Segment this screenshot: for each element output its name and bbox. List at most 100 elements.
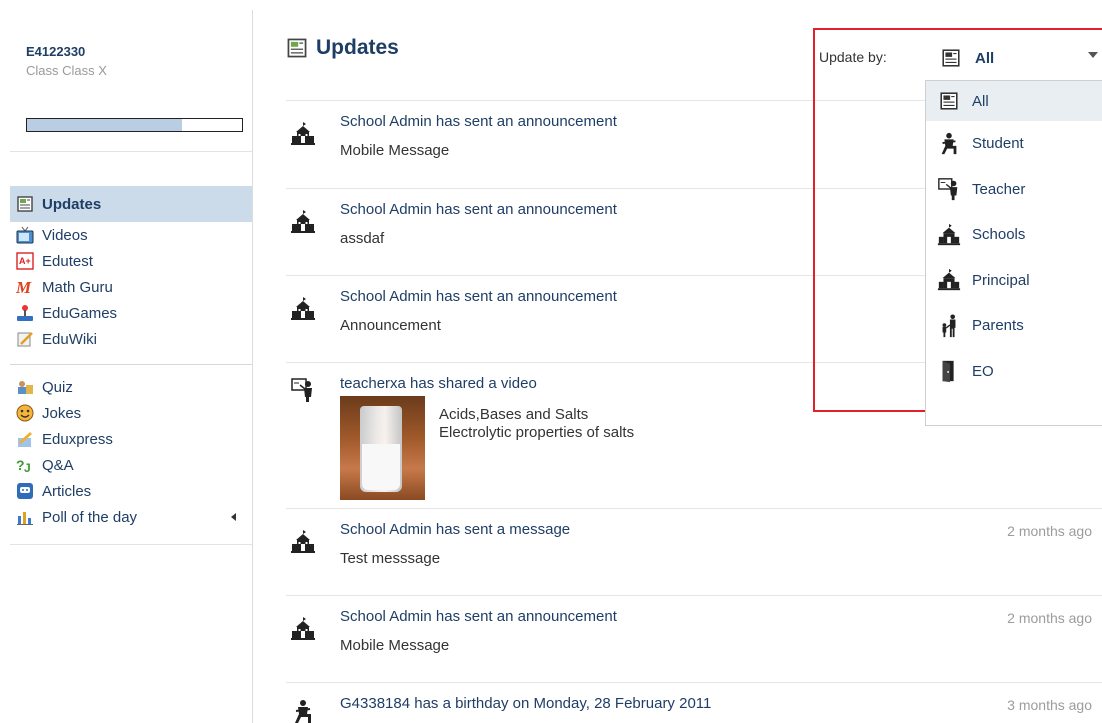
sidebar-item-eduwiki[interactable]: EduWiki xyxy=(10,326,252,352)
option-label: Student xyxy=(972,135,1024,153)
updates-icon xyxy=(286,37,308,59)
sidebar-item-label: Updates xyxy=(42,195,102,213)
update-by-option-eo[interactable]: EO xyxy=(926,349,1102,395)
articles-icon xyxy=(16,482,34,500)
update-by-option-student[interactable]: Student xyxy=(926,121,1102,167)
update-by-select[interactable]: All xyxy=(935,44,1102,72)
student-icon xyxy=(936,131,962,157)
feed-item-heading[interactable]: School Admin has sent an announcement xyxy=(340,608,1102,625)
update-by-option-teacher[interactable]: Teacher xyxy=(926,167,1102,213)
sidebar-item-articles[interactable]: Articles xyxy=(10,478,252,504)
feed-item-heading[interactable]: G4338184 has a birthday on Monday, 28 Fe… xyxy=(340,695,1102,712)
svg-text:A+: A+ xyxy=(19,256,31,266)
feed-item-body: Test messsage xyxy=(340,550,441,567)
feed-item: School Admin has sent an announcement Mo… xyxy=(286,595,1102,682)
sidebar-item-label: Edutest xyxy=(42,252,93,270)
sidebar-item-qa[interactable]: ? J Q&A xyxy=(10,452,252,478)
quiz-icon xyxy=(16,378,34,396)
option-label: Teacher xyxy=(972,180,1026,198)
sidebar-item-label: EduWiki xyxy=(42,330,98,348)
tv-icon xyxy=(16,226,34,244)
option-label: All xyxy=(972,92,989,110)
sidebar-item-label: Quiz xyxy=(42,378,73,396)
math-guru-icon: M xyxy=(16,278,34,296)
feed-item-heading[interactable]: School Admin has sent a message xyxy=(340,521,1102,538)
progress-fill xyxy=(27,119,182,131)
svg-text:M: M xyxy=(16,278,32,296)
sidebar-item-label: Videos xyxy=(42,226,88,244)
video-info: Acids,Bases and Salts Electrolytic prope… xyxy=(439,406,634,500)
update-by-label: Update by: xyxy=(819,49,887,65)
feed-item-timestamp: 3 months ago xyxy=(1007,697,1092,713)
sidebar-item-label: Q&A xyxy=(42,456,74,474)
option-label: EO xyxy=(972,362,994,380)
sidebar-item-jokes[interactable]: Jokes xyxy=(10,400,252,426)
feed-item: School Admin has sent a message Test mes… xyxy=(286,508,1102,595)
feed-item: G4338184 has a birthday on Monday, 28 Fe… xyxy=(286,682,1102,723)
sidebar-item-label: EduGames xyxy=(42,304,118,322)
user-id: E4122330 xyxy=(26,44,86,59)
update-by-selected-value: All xyxy=(975,49,995,67)
page-title: Updates xyxy=(286,36,399,60)
update-by-option-parents[interactable]: Parents xyxy=(926,303,1102,349)
update-by-filter: Update by: All All Student Teacher Schoo… xyxy=(813,28,1102,426)
sidebar-item-edugames[interactable]: EduGames xyxy=(10,300,252,326)
sidebar-item-label: Eduxpress xyxy=(42,430,113,448)
update-by-option-schools[interactable]: Schools xyxy=(926,212,1102,258)
eduxpress-icon xyxy=(16,430,34,448)
door-icon xyxy=(936,358,962,384)
school-icon xyxy=(290,209,316,235)
sidebar-item-videos[interactable]: Videos xyxy=(10,222,252,248)
video-title[interactable]: Acids,Bases and Salts xyxy=(439,406,634,424)
option-label: Principal xyxy=(972,271,1030,289)
updates-icon xyxy=(941,48,961,68)
nav-group-main: Updates Videos A+ Edutest M Math Guru Ed… xyxy=(10,186,252,365)
student-icon xyxy=(290,699,316,723)
sidebar-item-quiz[interactable]: Quiz xyxy=(10,374,252,400)
updates-icon xyxy=(936,88,962,114)
feed-item-timestamp: 2 months ago xyxy=(1007,610,1092,626)
sidebar-item-label: Jokes xyxy=(42,404,82,422)
school-icon xyxy=(290,121,316,147)
parents-icon xyxy=(936,313,962,339)
school-icon xyxy=(936,222,962,248)
chevron-down-icon[interactable] xyxy=(1088,52,1098,58)
sidebar-item-label: Articles xyxy=(42,482,92,500)
page-title-text: Updates xyxy=(316,36,399,59)
feed-item-body: Mobile Message xyxy=(340,637,450,654)
joystick-icon xyxy=(16,304,34,322)
school-icon xyxy=(290,616,316,642)
option-label: Schools xyxy=(972,226,1026,244)
sidebar-item-poll-of-the-day[interactable]: Poll of the day xyxy=(10,504,252,530)
updates-icon xyxy=(16,195,34,213)
video-subtitle: Electrolytic properties of salts xyxy=(439,424,635,441)
sidebar-item-label: Poll of the day xyxy=(42,508,138,526)
profile-panel: E4122330 Class Class X xyxy=(10,10,252,152)
teacher-icon xyxy=(290,377,316,403)
class-label: Class Class X xyxy=(26,63,107,78)
bar-chart-icon xyxy=(16,508,34,526)
profile-progress-bar xyxy=(26,118,243,132)
sidebar-item-label: Math Guru xyxy=(42,278,113,296)
pencil-note-icon xyxy=(16,330,34,348)
qa-icon: ? J xyxy=(16,456,34,474)
update-by-options-menu: All Student Teacher Schools Principal Pa… xyxy=(925,80,1102,426)
update-by-option-all[interactable]: All xyxy=(926,81,1102,121)
teacher-icon xyxy=(936,176,962,202)
sidebar: E4122330 Class Class X Updates Videos A+… xyxy=(10,10,253,723)
svg-text:J: J xyxy=(24,461,31,474)
school-icon xyxy=(290,529,316,555)
feed-item-timestamp: 2 months ago xyxy=(1007,523,1092,539)
school-icon xyxy=(290,296,316,322)
update-by-option-principal[interactable]: Principal xyxy=(926,258,1102,304)
sidebar-item-eduxpress[interactable]: Eduxpress xyxy=(10,426,252,452)
option-label: Parents xyxy=(972,317,1024,335)
sidebar-item-updates[interactable]: Updates xyxy=(10,186,252,222)
nav-group-extras: Quiz Jokes Eduxpress ? J Q&A Articles Po… xyxy=(10,374,252,545)
sidebar-item-edutest[interactable]: A+ Edutest xyxy=(10,248,252,274)
video-thumbnail[interactable] xyxy=(340,396,425,500)
smiley-icon xyxy=(16,404,34,422)
principal-icon xyxy=(936,267,962,293)
expand-arrow-icon[interactable] xyxy=(231,513,236,521)
sidebar-item-math-guru[interactable]: M Math Guru xyxy=(10,274,252,300)
